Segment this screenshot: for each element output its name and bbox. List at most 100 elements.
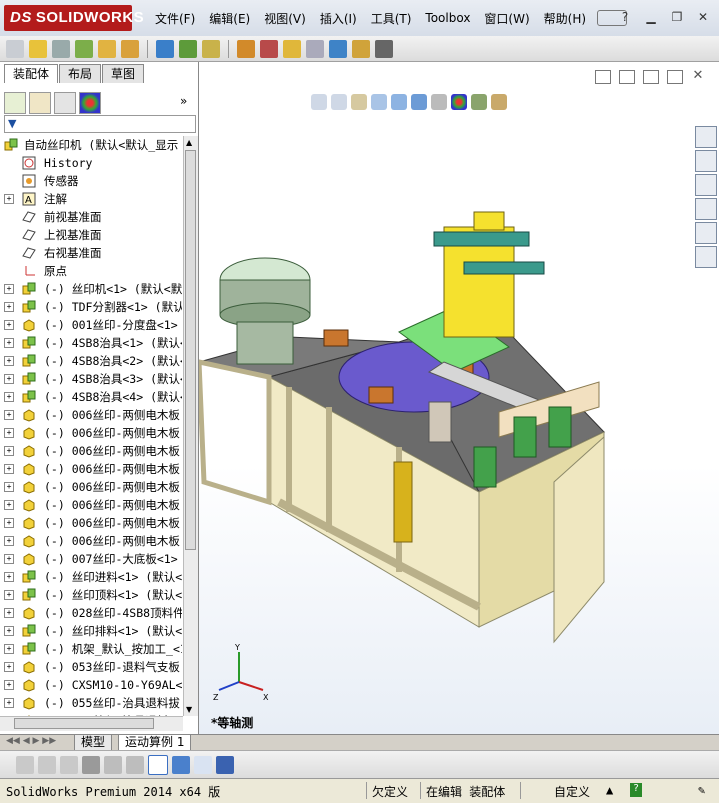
tab-layout[interactable]: 布局	[59, 64, 102, 83]
scroll-down-icon[interactable]: ▼	[186, 705, 192, 714]
expand-icon[interactable]: +	[4, 302, 14, 312]
reference-geometry-icon[interactable]	[202, 39, 220, 58]
display-manager-icon[interactable]	[79, 92, 101, 114]
solidworks-logo[interactable]: DS SOLIDWORKS	[4, 5, 144, 31]
units-up-icon[interactable]: ▲	[606, 783, 613, 797]
menu-toolbox[interactable]: Toolbox	[418, 11, 477, 25]
tree-item[interactable]: + (-) 006丝印-两侧电木板	[0, 532, 182, 550]
expand-icon[interactable]: +	[4, 644, 14, 654]
tree-item[interactable]: + (-) 001丝印-分度盘<1>	[0, 316, 182, 334]
expand-icon[interactable]: +	[4, 410, 14, 420]
bill-of-materials-icon[interactable]	[260, 39, 278, 58]
restore-icon[interactable]: ❐	[669, 9, 685, 25]
exploded-view-icon[interactable]	[283, 39, 301, 58]
tree-item[interactable]: + (-) 007丝印-大底板<1>	[0, 550, 182, 568]
tree-filter-input[interactable]: ▼	[4, 115, 196, 133]
tree-item[interactable]: 传感器	[0, 172, 182, 190]
tree-item[interactable]: + (-) 丝印进料<1> (默认<默	[0, 568, 182, 586]
expand-icon[interactable]: +	[4, 590, 14, 600]
tree-item[interactable]: + (-) 4SB8治具<2> (默认<默	[0, 352, 182, 370]
expand-icon[interactable]: +	[4, 680, 14, 690]
tree-item[interactable]: + (-) TDF分割器<1> (默认<	[0, 298, 182, 316]
expand-icon[interactable]: +	[4, 320, 14, 330]
tree-item[interactable]: + (-) 4SB8治具<1> (默认<默	[0, 334, 182, 352]
help-icon[interactable]: ?	[630, 783, 642, 797]
tree-item[interactable]: + (-) 006丝印-两侧电木板	[0, 460, 182, 478]
tree-item[interactable]: + (-) 028丝印-4SB8顶料件	[0, 604, 182, 622]
clearance-verification-icon[interactable]	[352, 39, 370, 58]
tree-item[interactable]: + (-) 4SB8治具<3> (默认<默	[0, 370, 182, 388]
graphics-area[interactable]: ✕ Y X Z *等轴测	[199, 62, 719, 734]
tree-item[interactable]: History	[0, 154, 182, 172]
expand-icon[interactable]: +	[4, 698, 14, 708]
scroll-thumb[interactable]	[185, 150, 196, 550]
shaded-icon[interactable]	[172, 755, 190, 774]
expand-icon[interactable]: +	[4, 446, 14, 456]
tree-horizontal-scrollbar[interactable]	[0, 716, 183, 731]
tree-item[interactable]: + (-) 006丝印-两侧电木板	[0, 478, 182, 496]
insert-component-icon[interactable]	[29, 39, 47, 58]
insert-part-icon[interactable]	[38, 755, 56, 774]
tree-item[interactable]: + (-) 006丝印-两侧电木板	[0, 442, 182, 460]
smart-fasteners-icon[interactable]	[98, 39, 116, 58]
tree-item[interactable]: + (-) 006丝印-两侧电木板	[0, 406, 182, 424]
menu-tools[interactable]: 工具(T)	[364, 10, 419, 27]
expand-icon[interactable]: +	[4, 374, 14, 384]
mate-icon[interactable]	[52, 39, 70, 58]
tree-item[interactable]: + (-) 丝印排料<1> (默认<默	[0, 622, 182, 640]
interference-detection-icon[interactable]	[329, 39, 347, 58]
expand-icon[interactable]: +	[4, 284, 14, 294]
tree-item[interactable]: + (-) 机架_默认_按加工_<1	[0, 640, 182, 658]
configuration-manager-icon[interactable]	[54, 92, 76, 114]
new-component-icon[interactable]	[6, 39, 24, 58]
move-component-icon[interactable]	[121, 39, 139, 58]
rebuild-icon[interactable]: ✎	[698, 783, 705, 797]
tab-assembly[interactable]: 装配体	[4, 64, 59, 83]
expand-icon[interactable]: +	[4, 536, 14, 546]
table-icon[interactable]	[194, 755, 212, 774]
tree-item[interactable]: + (-) 053丝印-退料气支板	[0, 658, 182, 676]
menu-file[interactable]: 文件(F)	[148, 10, 202, 27]
expand-icon[interactable]: +	[4, 608, 14, 618]
tree-item[interactable]: + (-) 4SB8治具<4> (默认<默	[0, 388, 182, 406]
chevron-right-icon[interactable]: »	[180, 94, 187, 108]
expand-icon[interactable]: +	[4, 518, 14, 528]
feature-manager-icon[interactable]	[4, 92, 26, 114]
tree-item[interactable]: + (-) CXSM10-10-Y69AL<1>	[0, 676, 182, 694]
scroll-thumb[interactable]	[14, 718, 154, 729]
help-icon[interactable]: ?	[617, 9, 633, 25]
assembly-features-icon[interactable]	[179, 39, 197, 58]
explode-line-sketch-icon[interactable]	[306, 39, 324, 58]
pattern-icon[interactable]	[104, 755, 122, 774]
tree-item[interactable]: 上视基准面	[0, 226, 182, 244]
expand-icon[interactable]: +	[4, 626, 14, 636]
dimension-icon[interactable]	[126, 755, 144, 774]
menu-window[interactable]: 窗口(W)	[477, 10, 536, 27]
expand-icon[interactable]: +	[4, 482, 14, 492]
scroll-up-icon[interactable]: ▲	[186, 138, 192, 147]
tree-item[interactable]: 右视基准面	[0, 244, 182, 262]
expand-icon[interactable]: +	[4, 356, 14, 366]
tab-model[interactable]: 模型	[74, 735, 113, 751]
expand-icon[interactable]: +	[4, 194, 14, 204]
linear-pattern-icon[interactable]	[75, 39, 93, 58]
tree-vertical-scrollbar[interactable]: ▲ ▼	[183, 136, 198, 716]
expand-icon[interactable]: +	[4, 428, 14, 438]
edit-component-icon[interactable]	[16, 755, 34, 774]
tree-item[interactable]: + (-) 丝印机<1> (默认<默	[0, 280, 182, 298]
tree-item[interactable]: + (-) 006丝印-两侧电木板	[0, 496, 182, 514]
expand-icon[interactable]: +	[4, 392, 14, 402]
menu-help[interactable]: 帮助(H)	[537, 10, 593, 27]
tree-item[interactable]: 前视基准面	[0, 208, 182, 226]
save-view-icon[interactable]	[216, 755, 234, 774]
minimize-icon[interactable]: ▁	[643, 9, 659, 25]
tab-nav-arrows-icon[interactable]: ◀◀ ◀ ▶ ▶▶	[6, 736, 56, 746]
tree-item[interactable]: + A 注解	[0, 190, 182, 208]
tree-item[interactable]: + (-) 006丝印-两侧电木板	[0, 424, 182, 442]
tab-sketch[interactable]: 草图	[102, 64, 145, 83]
expand-icon[interactable]: +	[4, 554, 14, 564]
hole-alignment-icon[interactable]	[375, 39, 393, 58]
expand-icon[interactable]: +	[4, 662, 14, 672]
status-units[interactable]: 自定义	[554, 783, 590, 800]
menu-edit[interactable]: 编辑(E)	[202, 10, 257, 27]
